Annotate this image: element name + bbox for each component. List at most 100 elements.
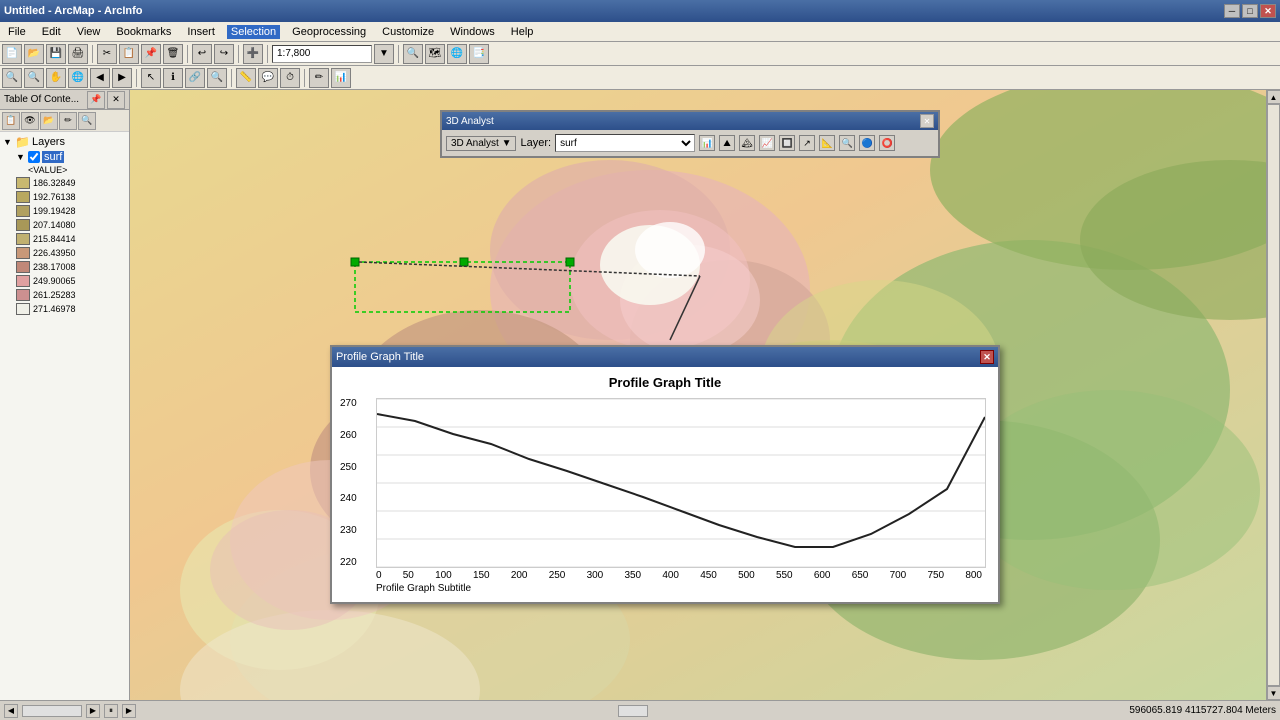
measure-btn[interactable]: 📏 <box>236 68 256 88</box>
layer-btn[interactable]: 📑 <box>469 44 489 64</box>
analyst-controls: ✕ <box>920 114 934 128</box>
toc-toolbar: 📋 👁 📂 ✏ 🔍 <box>0 110 129 132</box>
menu-view[interactable]: View <box>73 25 105 39</box>
analyst-close-btn[interactable]: ✕ <box>920 114 934 128</box>
analyst-icon-3[interactable]: 🏔 <box>739 135 755 151</box>
create-features-btn[interactable]: ✏ <box>309 68 329 88</box>
toc-source-btn[interactable]: 📂 <box>40 112 58 130</box>
toc-visible-btn[interactable]: 👁 <box>21 112 39 130</box>
zoom-in-btn[interactable]: 🔍 <box>2 68 22 88</box>
layers-expand[interactable]: ▼ <box>3 137 13 147</box>
analyst-icon-6[interactable]: ↗ <box>799 135 815 151</box>
analyst-icon-2[interactable]: ⛰ <box>719 135 735 151</box>
scroll-down-btn[interactable]: ▼ <box>1267 686 1280 700</box>
magnify-btn[interactable]: 🔍 <box>403 44 423 64</box>
legend-color-3 <box>16 219 30 231</box>
analyst-icon-1[interactable]: 📊 <box>699 135 715 151</box>
delete-btn[interactable]: 🗑 <box>163 44 183 64</box>
globe-btn[interactable]: 🌐 <box>447 44 467 64</box>
toc-drawing-btn[interactable]: ✏ <box>59 112 77 130</box>
analyst-icon-10[interactable]: ⭕ <box>879 135 895 151</box>
find-btn[interactable]: 🔍 <box>207 68 227 88</box>
close-button[interactable]: ✕ <box>1260 4 1276 18</box>
surf-label[interactable]: surf <box>42 151 64 163</box>
x-350: 350 <box>624 570 641 581</box>
x-200: 200 <box>511 570 528 581</box>
analyst-icon-8[interactable]: 🔍 <box>839 135 855 151</box>
undo-btn[interactable]: ↩ <box>192 44 212 64</box>
toc-pin-btn[interactable]: 📌 <box>87 91 105 109</box>
cut-btn[interactable]: ✂ <box>97 44 117 64</box>
status-pause-btn[interactable]: ⏸ <box>104 704 118 718</box>
map-area[interactable]: 3D Analyst ✕ 3D Analyst ▼ Layer: surf 📊 … <box>130 90 1266 700</box>
menu-windows[interactable]: Windows <box>446 25 499 39</box>
map-tools-btn[interactable]: 🗺 <box>425 44 445 64</box>
toc-list-btn[interactable]: 📋 <box>2 112 20 130</box>
analyst-icon-4[interactable]: 📈 <box>759 135 775 151</box>
identify-btn[interactable]: ℹ <box>163 68 183 88</box>
analyst-dropdown-btn[interactable]: 3D Analyst ▼ <box>446 136 516 151</box>
surf-visibility[interactable] <box>28 151 40 163</box>
legend-text-3: 207.14080 <box>33 220 76 230</box>
paste-btn[interactable]: 📌 <box>141 44 161 64</box>
x-0: 0 <box>376 570 382 581</box>
dialog-content: Profile Graph Title 270 260 250 240 230 … <box>332 367 998 602</box>
time-slider-btn[interactable]: ⏱ <box>280 68 300 88</box>
attr-table-btn[interactable]: 📊 <box>331 68 351 88</box>
menu-customize[interactable]: Customize <box>378 25 438 39</box>
full-extent-btn[interactable]: 🌐 <box>68 68 88 88</box>
menu-selection[interactable]: Selection <box>227 25 280 39</box>
save-btn[interactable]: 💾 <box>46 44 66 64</box>
scale-dropdown[interactable]: ▼ <box>374 44 394 64</box>
legend-color-5 <box>16 247 30 259</box>
menu-insert[interactable]: Insert <box>183 25 219 39</box>
status-play-btn[interactable]: ▶ <box>86 704 100 718</box>
minimize-button[interactable]: ─ <box>1224 4 1240 18</box>
scale-input[interactable] <box>272 45 372 63</box>
status-right-btn[interactable]: ▶ <box>122 704 136 718</box>
profile-dialog: Profile Graph Title ✕ Profile Graph Titl… <box>330 345 1000 604</box>
pan-btn[interactable]: ✋ <box>46 68 66 88</box>
status-left: ◀ ▶ ⏸ ▶ <box>4 704 136 718</box>
menu-edit[interactable]: Edit <box>38 25 65 39</box>
x-50: 50 <box>403 570 414 581</box>
add-data-btn[interactable]: ➕ <box>243 44 263 64</box>
sep2 <box>187 45 188 63</box>
legend-color-9 <box>16 303 30 315</box>
redo-btn[interactable]: ↪ <box>214 44 234 64</box>
main-layout: Table Of Conte... 📌 ✕ 📋 👁 📂 ✏ 🔍 ▼ 📁 Laye… <box>0 90 1280 700</box>
toc-close-btn[interactable]: ✕ <box>107 91 125 109</box>
menu-bookmarks[interactable]: Bookmarks <box>112 25 175 39</box>
analyst-toolbar: 3D Analyst ✕ 3D Analyst ▼ Layer: surf 📊 … <box>440 110 940 158</box>
surf-expand[interactable]: ▼ <box>16 152 26 162</box>
select-btn[interactable]: ↖ <box>141 68 161 88</box>
value-header: <VALUE> <box>2 165 127 175</box>
scroll-track-right[interactable] <box>1267 104 1280 686</box>
open-btn[interactable]: 📂 <box>24 44 44 64</box>
map-tips-btn[interactable]: 💬 <box>258 68 278 88</box>
app-title: Untitled - ArcMap - ArcInfo <box>4 5 143 17</box>
print-btn[interactable]: 🖨 <box>68 44 88 64</box>
legend-item-7: 249.90065 <box>2 274 127 288</box>
menu-file[interactable]: File <box>4 25 30 39</box>
status-scroll-indicator[interactable] <box>618 705 648 717</box>
menu-help[interactable]: Help <box>507 25 538 39</box>
analyst-icon-7[interactable]: 📐 <box>819 135 835 151</box>
x-450: 450 <box>700 570 717 581</box>
scroll-up-btn[interactable]: ▲ <box>1267 90 1280 104</box>
back-btn[interactable]: ◀ <box>90 68 110 88</box>
maximize-button[interactable]: □ <box>1242 4 1258 18</box>
title-bar: Untitled - ArcMap - ArcInfo ─ □ ✕ <box>0 0 1280 22</box>
hyperlink-btn[interactable]: 🔗 <box>185 68 205 88</box>
analyst-icon-5[interactable]: 🔲 <box>779 135 795 151</box>
forward-btn[interactable]: ▶ <box>112 68 132 88</box>
toc-search-btn[interactable]: 🔍 <box>78 112 96 130</box>
new-btn[interactable]: 📄 <box>2 44 22 64</box>
status-left-btn[interactable]: ◀ <box>4 704 18 718</box>
zoom-out-btn[interactable]: 🔍 <box>24 68 44 88</box>
copy-btn[interactable]: 📋 <box>119 44 139 64</box>
layer-select[interactable]: surf <box>555 134 695 152</box>
menu-geoprocessing[interactable]: Geoprocessing <box>288 25 370 39</box>
analyst-icon-9[interactable]: 🔵 <box>859 135 875 151</box>
dialog-close-btn[interactable]: ✕ <box>980 350 994 364</box>
